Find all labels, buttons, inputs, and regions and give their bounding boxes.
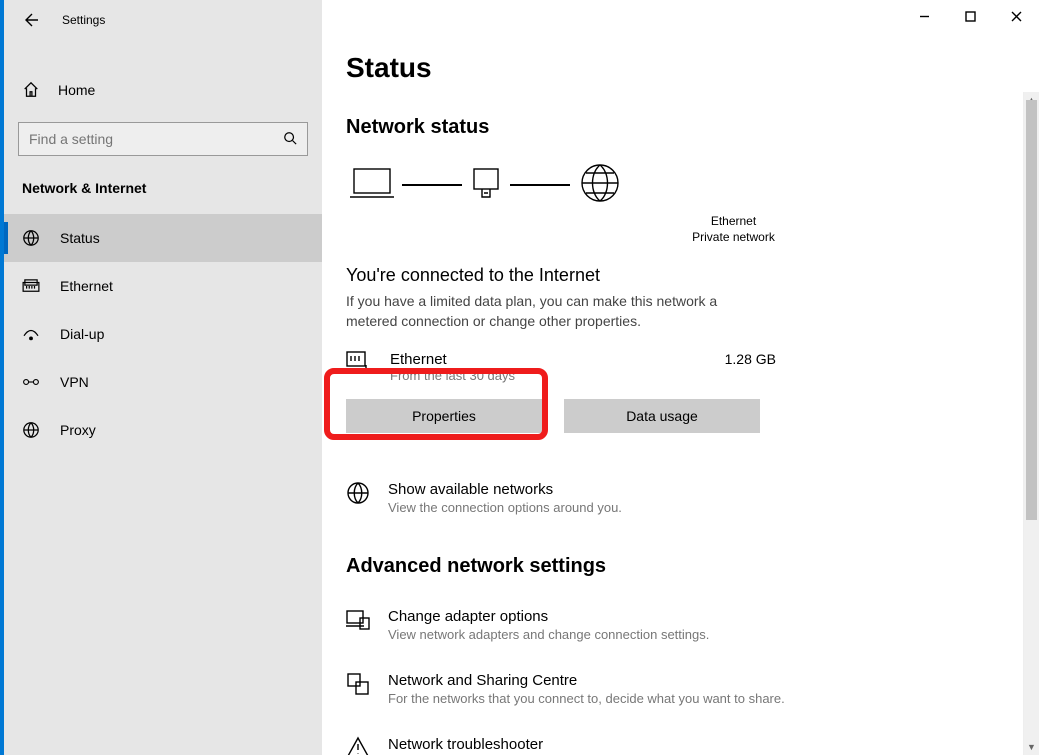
search-input[interactable] — [29, 131, 269, 147]
sharing-icon — [346, 672, 370, 699]
back-icon[interactable] — [22, 12, 38, 28]
connection-name: Ethernet — [390, 351, 707, 368]
minimize-button[interactable] — [901, 0, 947, 32]
app-title: Settings — [62, 13, 105, 27]
link-sub: View the connection options around you. — [388, 500, 622, 515]
vpn-icon — [22, 375, 40, 389]
sidebar-item-status[interactable]: Status — [4, 214, 322, 262]
connection-subtitle: From the last 30 days — [390, 368, 707, 383]
diagram-labels: Ethernet Private network — [452, 214, 1015, 245]
search-box[interactable] — [18, 122, 308, 156]
show-available-networks[interactable]: Show available networks View the connect… — [346, 481, 1015, 515]
link-title: Network troubleshooter — [388, 736, 595, 753]
titlebar-right — [901, 0, 1039, 32]
ethernet-icon — [22, 279, 40, 293]
diagram-network-type: Private network — [452, 230, 1015, 246]
connection-row: Ethernet From the last 30 days 1.28 GB — [346, 351, 776, 383]
sidebar-item-label: Dial-up — [60, 326, 104, 342]
globe-icon — [578, 161, 622, 208]
network-diagram — [350, 161, 1015, 208]
network-sharing-centre[interactable]: Network and Sharing Centre For the netwo… — [346, 672, 1015, 706]
diagram-line — [402, 184, 462, 186]
globe-small-icon — [346, 481, 370, 508]
scrollbar-thumb[interactable] — [1026, 100, 1037, 520]
sidebar-item-label: Proxy — [60, 422, 96, 438]
sidebar: Settings Home Network & Internet Status — [4, 0, 322, 755]
sidebar-item-dialup[interactable]: Dial-up — [4, 310, 322, 358]
section-advanced: Advanced network settings — [346, 555, 1015, 578]
nav-home[interactable]: Home — [4, 60, 322, 110]
scrollbar[interactable]: ▲ ▼ — [1023, 92, 1039, 755]
section-network-status: Network status — [346, 116, 1015, 139]
connected-desc: If you have a limited data plan, you can… — [346, 292, 746, 331]
sidebar-item-label: VPN — [60, 374, 89, 390]
ethernet-port-icon — [346, 351, 372, 378]
home-icon — [22, 81, 40, 99]
connected-heading: You're connected to the Internet — [346, 265, 1015, 286]
link-sub: For the networks that you connect to, de… — [388, 691, 785, 706]
change-adapter-options[interactable]: Change adapter options View network adap… — [346, 608, 1015, 642]
computer-icon — [350, 165, 394, 204]
sidebar-item-proxy[interactable]: Proxy — [4, 406, 322, 454]
proxy-icon — [22, 421, 40, 439]
connection-usage: 1.28 GB — [725, 351, 776, 367]
scroll-down-icon[interactable]: ▼ — [1024, 739, 1039, 755]
status-icon — [22, 229, 40, 247]
nav-home-label: Home — [58, 82, 95, 98]
link-title: Show available networks — [388, 481, 622, 498]
content: Status Network status Ethernet Private n… — [346, 40, 1015, 755]
link-title: Change adapter options — [388, 608, 709, 625]
search-icon — [283, 131, 297, 148]
link-title: Network and Sharing Centre — [388, 672, 785, 689]
sidebar-item-vpn[interactable]: VPN — [4, 358, 322, 406]
data-usage-button[interactable]: Data usage — [564, 399, 760, 433]
properties-button[interactable]: Properties — [346, 399, 542, 433]
sidebar-item-label: Ethernet — [60, 278, 113, 294]
diagram-line — [510, 184, 570, 186]
router-icon — [470, 165, 502, 204]
link-sub: View network adapters and change connect… — [388, 627, 709, 642]
sidebar-item-ethernet[interactable]: Ethernet — [4, 262, 322, 310]
connection-buttons: Properties Data usage — [346, 399, 1015, 433]
main: Status Network status Ethernet Private n… — [322, 0, 1039, 755]
diagram-adapter: Ethernet — [452, 214, 1015, 230]
titlebar-left: Settings — [4, 0, 322, 40]
dialup-icon — [22, 327, 40, 341]
page-title: Status — [346, 52, 1015, 84]
maximize-button[interactable] — [947, 0, 993, 32]
adapter-icon — [346, 608, 370, 633]
warning-icon — [346, 736, 370, 755]
close-button[interactable] — [993, 0, 1039, 32]
network-troubleshooter[interactable]: Network troubleshooter Diagnose and fix … — [346, 736, 1015, 755]
category-title: Network & Internet — [4, 172, 322, 214]
sidebar-item-label: Status — [60, 230, 100, 246]
